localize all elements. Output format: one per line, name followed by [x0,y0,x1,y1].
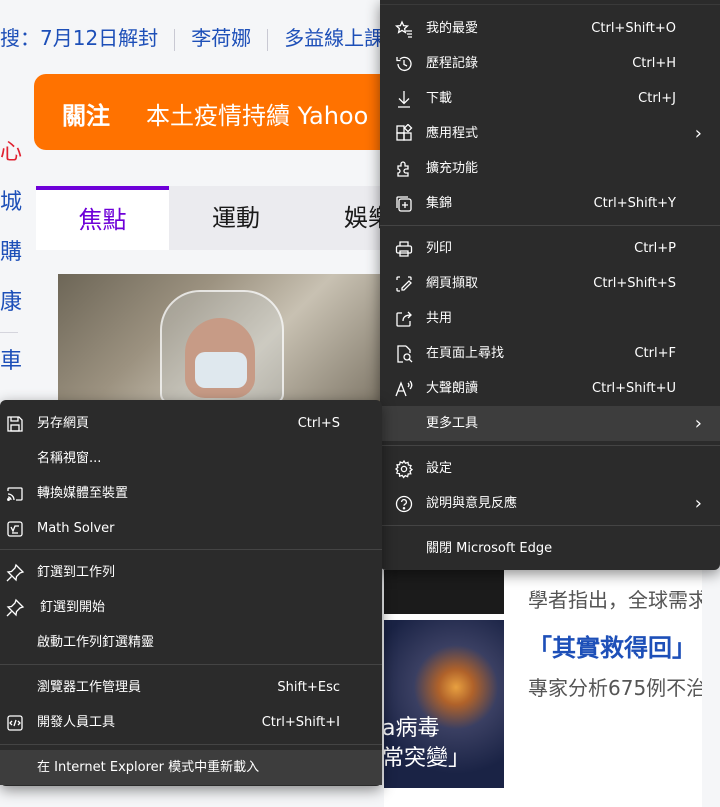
news-thumbnail[interactable] [384,570,504,614]
math-solver-icon [5,519,25,539]
apps-icon [394,124,414,144]
chevron-right-icon: › [694,493,702,514]
menu-item-taskbar-pin-wizard[interactable]: 啟動工作列釘選精靈 [0,625,382,660]
extensions-icon [394,159,414,179]
menu-item-name-window[interactable]: 名稱視窗... [0,441,382,476]
thumbnail-caption: a病毒 常突變」 [382,716,471,771]
side-link[interactable]: 城 [0,178,22,228]
news-tabs: 焦點 運動 娛樂 [36,186,396,250]
menu-item-pin-taskbar[interactable]: 釘選到工作列 [0,555,382,590]
news-snippet[interactable]: 專家分析675例不治 [528,672,706,701]
news-headline[interactable]: 「其實救得回」 [528,628,696,663]
pin-icon [5,563,25,583]
side-category-links: 心 城 購 康 車 [0,128,22,387]
find-on-page-icon [394,344,414,364]
menu-item-math-solver[interactable]: Math Solver [0,511,382,546]
mask-photo-detail [195,352,247,388]
cast-icon [5,484,25,504]
menu-item-print[interactable]: 列印 Ctrl+P [380,231,720,266]
dev-tools-icon [5,713,25,733]
menu-item-extensions[interactable]: 擴充功能 [380,151,720,186]
menu-item-read-aloud[interactable]: 大聲朗讀 Ctrl+Shift+U [380,371,720,406]
download-icon [394,89,414,109]
trending-link[interactable]: 搜：7月12日解封 [0,26,158,50]
save-page-icon [5,414,25,434]
trending-links: 搜：7月12日解封 李荷娜 多益線上課 [0,22,384,51]
pin-icon [5,598,25,618]
menu-item-cast-media[interactable]: 轉換媒體至裝置 [0,476,382,511]
menu-item-settings[interactable]: 設定 [380,451,720,486]
settings-gear-icon [394,459,414,479]
page-edge [702,570,720,807]
read-aloud-icon [394,379,414,399]
menu-item-close-edge[interactable]: 關閉 Microsoft Edge [380,531,720,566]
edge-settings-menu: 我的最愛 Ctrl+Shift+O 歷程記錄 Ctrl+H 下載 Ctrl+J … [380,0,720,570]
banner-text: 本土疫情持續 Yahoo [146,102,369,130]
collections-icon [394,194,414,214]
history-icon [394,54,414,74]
menu-item-dev-tools[interactable]: 開發人員工具 Ctrl+Shift+I [0,705,382,740]
menu-item-history[interactable]: 歷程記錄 Ctrl+H [380,46,720,81]
banner-tag: 關注 [62,102,110,130]
help-icon [394,494,414,514]
side-link[interactable]: 購 [0,228,22,278]
menu-item-help-feedback[interactable]: 說明與意見反應 › [380,486,720,521]
menu-item-favorites[interactable]: 我的最愛 Ctrl+Shift+O [380,11,720,46]
menu-item-reload-ie-mode[interactable]: 在 Internet Explorer 模式中重新載入 [0,750,382,785]
print-icon [394,239,414,259]
menu-item-web-capture[interactable]: 網頁擷取 Ctrl+Shift+S [380,266,720,301]
menu-item-task-manager[interactable]: 瀏覽器工作管理員 Shift+Esc [0,670,382,705]
tab-focus[interactable]: 焦點 [36,186,169,250]
menu-item-collections[interactable]: 集錦 Ctrl+Shift+Y [380,186,720,221]
menu-item-share[interactable]: 共用 [380,301,720,336]
trending-link[interactable]: 李荷娜 [191,26,251,50]
menu-item-apps[interactable]: 應用程式 › [380,116,720,151]
menu-item-find-on-page[interactable]: 在頁面上尋找 Ctrl+F [380,336,720,371]
share-icon [394,309,414,329]
menu-item-downloads[interactable]: 下載 Ctrl+J [380,81,720,116]
menu-item-save-page[interactable]: 另存網頁 Ctrl+S [0,406,382,441]
trending-link[interactable]: 多益線上課 [284,26,384,50]
menu-item-more-tools[interactable]: 更多工具 › [380,406,720,441]
favorites-icon [394,19,414,39]
side-link[interactable]: 車 [0,337,22,387]
news-snippet[interactable]: 學者指出，全球需求 [528,584,708,613]
chevron-right-icon: › [694,413,702,434]
tab-sports[interactable]: 運動 [169,186,303,250]
side-link[interactable]: 心 [0,128,22,178]
web-capture-icon [394,274,414,294]
chevron-right-icon: › [694,123,702,144]
more-tools-submenu: 另存網頁 Ctrl+S 名稱視窗... 轉換媒體至裝置 Math Solver … [0,400,382,786]
menu-item-pin-start[interactable]: 釘選到開始 [0,590,382,625]
side-link[interactable]: 康 [0,278,22,328]
